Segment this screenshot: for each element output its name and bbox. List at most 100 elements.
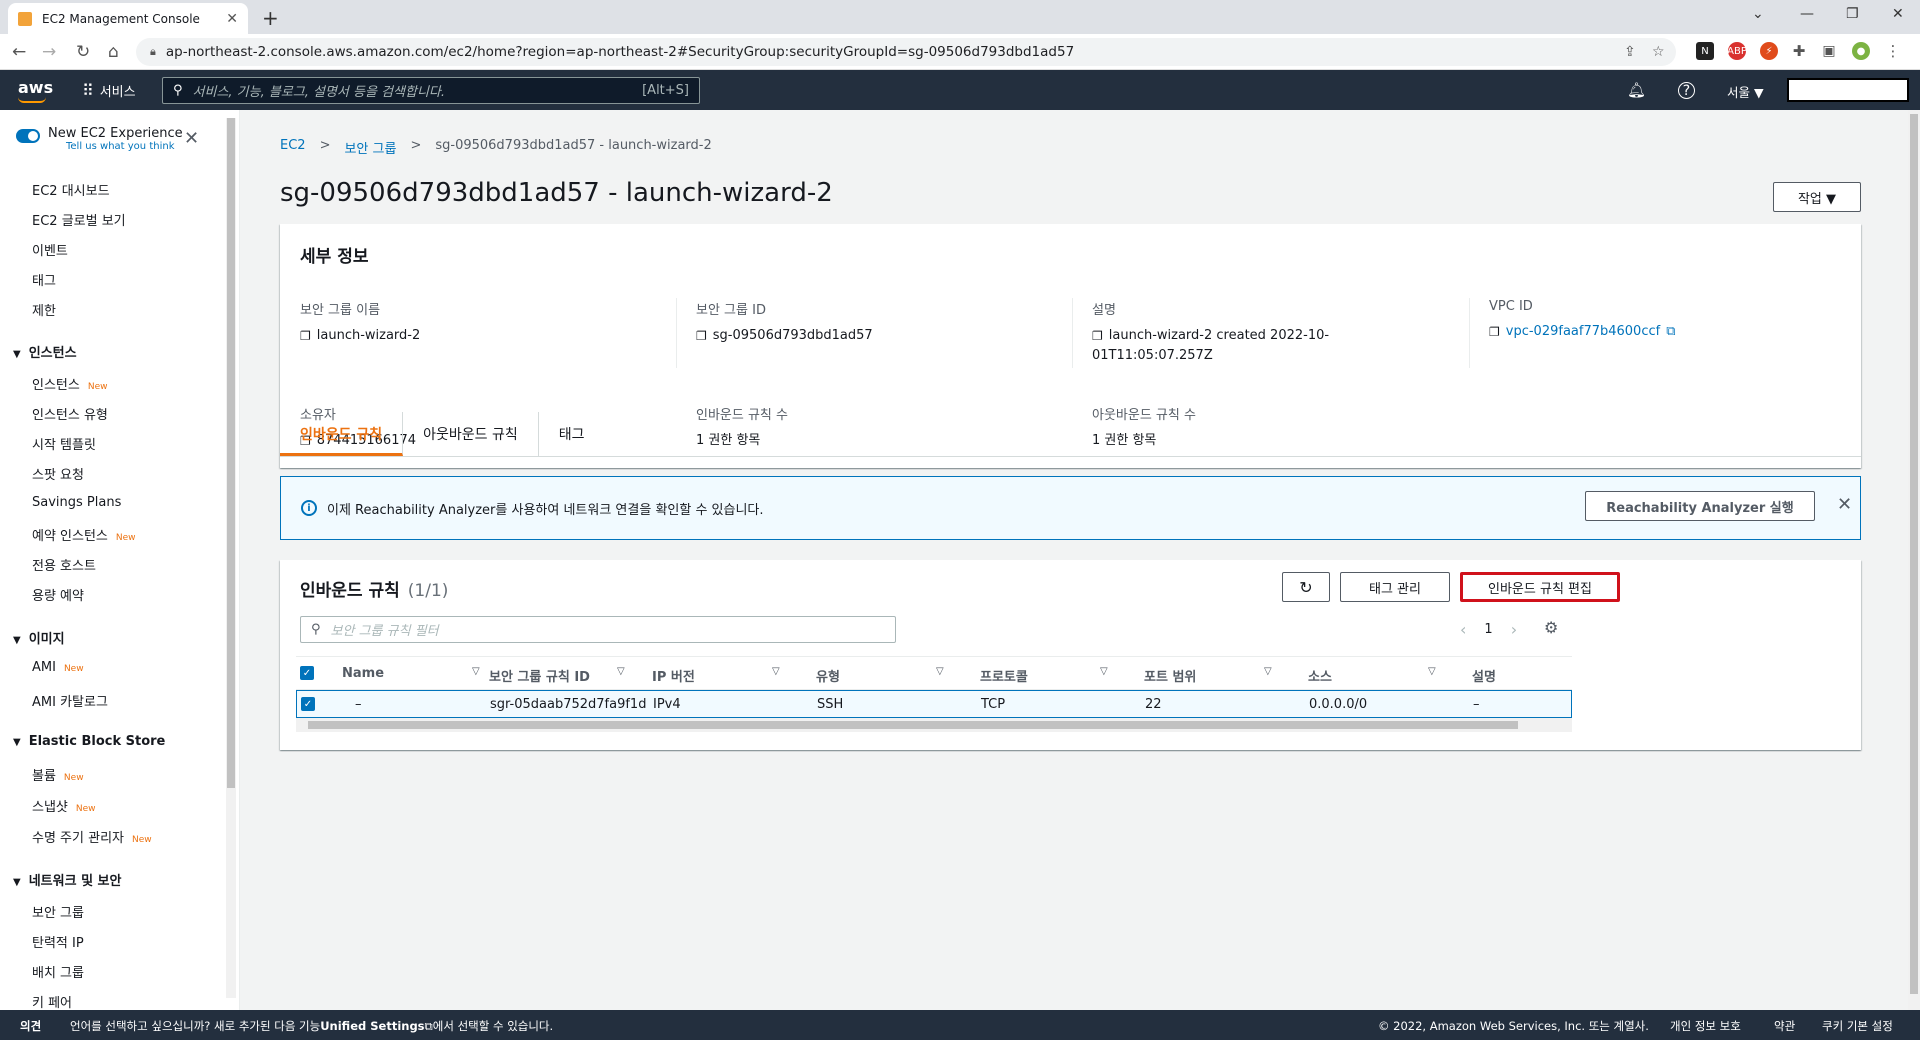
tab-tags[interactable]: 태그 xyxy=(539,412,605,456)
col-protocol[interactable]: 프로토콜 ▽ xyxy=(980,666,1108,685)
copy-icon[interactable]: ❐ xyxy=(1489,322,1500,342)
refresh-button[interactable]: ↻ xyxy=(1282,572,1330,602)
forward-icon[interactable]: → xyxy=(42,42,56,62)
notifications-bell-icon[interactable]: 🔔︎ xyxy=(1627,81,1646,99)
page-number[interactable]: 1 xyxy=(1484,622,1492,637)
sidebar-item-placement-groups[interactable]: 배치 그룹 xyxy=(32,962,84,981)
sidebar-item-tags[interactable]: 태그 xyxy=(32,270,56,289)
col-rule-id[interactable]: 보안 그룹 규칙 ID ▽ xyxy=(489,666,625,685)
close-icon[interactable]: ✕ xyxy=(184,128,199,149)
rules-filter-input[interactable]: ⚲ 보안 그룹 규칙 필터 xyxy=(300,616,896,643)
sidebar-item-spot-requests[interactable]: 스팟 요청 xyxy=(32,464,84,483)
console-search-input[interactable]: ⚲ 서비스, 기능, 블로그, 설명서 등을 검색합니다. [Alt+S] xyxy=(162,77,700,104)
restore-icon[interactable]: ❐ xyxy=(1846,6,1859,22)
sidebar-scroll-thumb[interactable] xyxy=(227,118,235,788)
sidebar-section-images[interactable]: 이미지 xyxy=(13,628,65,647)
unified-settings-link[interactable]: Unified Settings xyxy=(320,1019,424,1033)
sidebar-item-ami-catalog[interactable]: AMI 카탈로그 xyxy=(32,691,108,710)
manage-tags-button[interactable]: 태그 관리 xyxy=(1340,572,1450,602)
sidebar-item-lifecycle-manager[interactable]: 수명 주기 관리자 New xyxy=(32,827,152,846)
prev-page-icon[interactable]: ‹ xyxy=(1460,620,1466,639)
help-icon[interactable]: ? xyxy=(1678,82,1695,99)
edit-inbound-rules-button[interactable]: 인바운드 규칙 편집 xyxy=(1460,572,1620,602)
sidebar-section-network-security[interactable]: 네트워크 및 보안 xyxy=(13,870,122,889)
col-type[interactable]: 유형 ▽ xyxy=(816,666,944,685)
actions-button[interactable]: 작업 ▼ xyxy=(1773,182,1861,212)
sidebar-item-volumes[interactable]: 볼륨 New xyxy=(32,765,84,784)
sidebar-item-events[interactable]: 이벤트 xyxy=(32,240,68,259)
sidebar-item-dashboard[interactable]: EC2 대시보드 xyxy=(32,180,110,199)
copy-icon[interactable]: ❐ xyxy=(696,326,707,346)
feedback-link[interactable]: Tell us what you think xyxy=(66,141,183,152)
sidebar-item-reserved-instances[interactable]: 예약 인스턴스 New xyxy=(32,525,136,544)
page-scroll-thumb[interactable] xyxy=(1910,114,1918,994)
tab-outbound-rules[interactable]: 아웃바운드 규칙 xyxy=(403,412,539,456)
services-menu[interactable]: ⠿ 서비스 xyxy=(82,81,136,100)
col-ip-version[interactable]: IP 버전 ▽ xyxy=(652,666,780,685)
sidebar-section-ebs[interactable]: Elastic Block Store xyxy=(13,734,166,749)
feedback-link[interactable]: 의견 xyxy=(20,1018,41,1034)
sidebar-item-global-view[interactable]: EC2 글로벌 보기 xyxy=(32,210,126,229)
new-tab-icon[interactable]: + xyxy=(262,6,279,30)
table-row[interactable]: ✓ – sgr-05daab752d7fa9f1d IPv4 SSH TCP 2… xyxy=(296,690,1572,718)
sidebar-item-elastic-ips[interactable]: 탄력적 IP xyxy=(32,932,84,951)
table-horizontal-scrollbar[interactable] xyxy=(296,718,1572,732)
table-scroll-thumb[interactable] xyxy=(308,721,1518,729)
sidebar-section-instances[interactable]: 인스턴스 xyxy=(13,342,77,361)
sidebar-item-instance-types[interactable]: 인스턴스 유형 xyxy=(32,404,108,423)
sidebar-item-security-groups[interactable]: 보안 그룹 xyxy=(32,902,84,921)
minimize-icon[interactable]: — xyxy=(1800,6,1814,22)
new-experience-toggle[interactable] xyxy=(16,129,40,143)
notion-extension-icon[interactable]: N xyxy=(1696,42,1714,60)
sidebar-item-snapshots[interactable]: 스냅샷 New xyxy=(32,796,96,815)
home-icon[interactable]: ⌂ xyxy=(108,42,119,62)
bookmark-star-icon[interactable]: ☆ xyxy=(1652,44,1665,60)
side-panel-icon[interactable]: ▣ xyxy=(1820,42,1838,60)
dismiss-banner-icon[interactable]: ✕ xyxy=(1837,494,1852,515)
profile-avatar[interactable]: ● xyxy=(1852,42,1870,60)
col-description[interactable]: 설명 xyxy=(1472,666,1496,685)
sidebar-item-capacity-reservations[interactable]: 용량 예약 xyxy=(32,585,84,604)
kebab-menu-icon[interactable]: ⋮ xyxy=(1884,42,1902,60)
reachability-analyzer-button[interactable]: Reachability Analyzer 실행 xyxy=(1585,491,1815,521)
close-tab-icon[interactable]: ✕ xyxy=(226,11,238,27)
sidebar-item-launch-templates[interactable]: 시작 템플릿 xyxy=(32,434,96,453)
share-icon[interactable]: ⇪ xyxy=(1624,44,1636,60)
external-link-icon[interactable]: ⧉ xyxy=(1666,322,1675,342)
sidebar-item-dedicated-hosts[interactable]: 전용 호스트 xyxy=(32,555,96,574)
cookie-preferences-link[interactable]: 쿠키 기본 설정 xyxy=(1822,1018,1893,1034)
account-menu[interactable] xyxy=(1787,78,1909,102)
row-checkbox[interactable]: ✓ xyxy=(301,697,315,711)
breadcrumb-ec2[interactable]: EC2 xyxy=(280,138,306,157)
reload-icon[interactable]: ↻ xyxy=(76,42,90,62)
col-source[interactable]: 소스 ▽ xyxy=(1308,666,1436,685)
tab-inbound-rules[interactable]: 인바운드 규칙 xyxy=(280,412,404,456)
select-all-checkbox[interactable]: ✓ xyxy=(300,666,314,680)
page-scrollbar[interactable] xyxy=(1908,110,1920,1010)
next-page-icon[interactable]: › xyxy=(1511,620,1517,639)
sidebar-scrollbar[interactable] xyxy=(226,118,236,998)
address-bar[interactable]: 🔒︎ ap-northeast-2.console.aws.amazon.com… xyxy=(136,38,1676,66)
tab-search-icon[interactable]: ⌄ xyxy=(1752,6,1764,22)
copy-icon[interactable]: ❐ xyxy=(1092,326,1103,346)
aws-logo[interactable]: aws xyxy=(18,78,53,103)
sidebar-item-key-pairs[interactable]: 키 페어 xyxy=(32,992,72,1010)
browser-tab[interactable]: EC2 Management Console ✕ xyxy=(8,3,248,34)
terms-link[interactable]: 약관 xyxy=(1774,1018,1795,1034)
vpc-id-link[interactable]: vpc-029faaf77b4600ccf xyxy=(1506,322,1660,342)
sidebar-item-instances[interactable]: 인스턴스 New xyxy=(32,374,107,393)
region-selector[interactable]: 서울 ▼ xyxy=(1727,82,1764,101)
gear-icon[interactable]: ⚙︎ xyxy=(1544,618,1558,637)
privacy-link[interactable]: 개인 정보 보호 xyxy=(1670,1018,1741,1034)
extension-icon[interactable]: ⚡︎ xyxy=(1760,42,1778,60)
col-port-range[interactable]: 포트 범위 ▽ xyxy=(1144,666,1272,685)
sidebar-item-savings-plans[interactable]: Savings Plans xyxy=(32,495,121,510)
window-close-icon[interactable]: ✕ xyxy=(1892,6,1904,22)
adblock-extension-icon[interactable]: ABP xyxy=(1727,42,1747,60)
breadcrumb-security-groups[interactable]: 보안 그룹 xyxy=(344,138,396,157)
sidebar-item-ami[interactable]: AMI New xyxy=(32,660,84,675)
puzzle-extensions-icon[interactable]: ✚ xyxy=(1790,42,1808,60)
back-icon[interactable]: ← xyxy=(12,42,26,62)
col-name[interactable]: Name ▽ xyxy=(342,666,480,681)
copy-icon[interactable]: ❐ xyxy=(300,326,311,346)
